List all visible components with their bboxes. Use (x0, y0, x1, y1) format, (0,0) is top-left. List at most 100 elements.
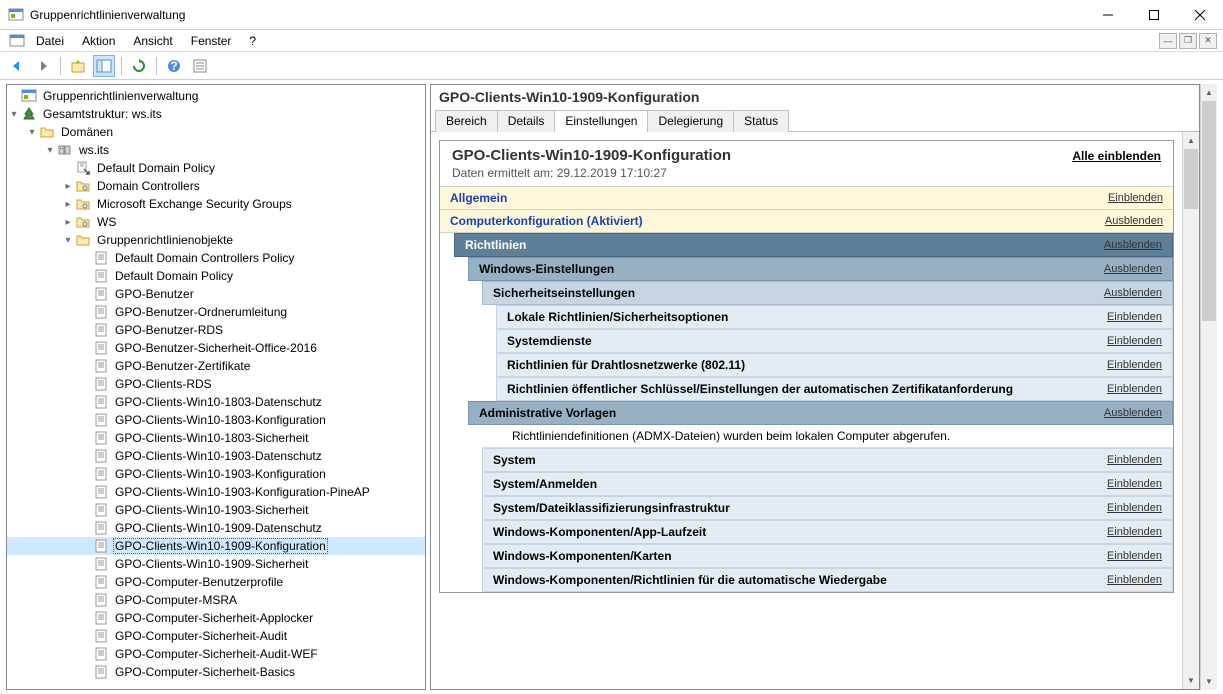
tree-gpo-item[interactable]: Default Domain Controllers Policy (7, 249, 425, 267)
tree-gpo-item[interactable]: GPO-Benutzer-Ordnerumleitung (7, 303, 425, 321)
forward-button[interactable] (32, 55, 54, 77)
tree-gpo-item[interactable]: GPO-Clients-Win10-1803-Sicherheit (7, 429, 425, 447)
scroll-up-button[interactable]: ▲ (1183, 132, 1199, 149)
tree-gpo-item[interactable]: GPO-Benutzer (7, 285, 425, 303)
expando-icon[interactable]: ▸ (61, 197, 75, 211)
maximize-button[interactable] (1131, 0, 1177, 30)
tree-gpo-item[interactable]: GPO-Computer-Sicherheit-Basics (7, 663, 425, 681)
menu-aktion[interactable]: Aktion (74, 32, 123, 50)
scroll-thumb[interactable] (1202, 101, 1216, 321)
tree-gpo-item[interactable]: GPO-Clients-RDS (7, 375, 425, 393)
tree-forest[interactable]: ▾Gesamtstruktur: ws.its (7, 105, 425, 123)
properties-button[interactable] (189, 55, 211, 77)
section-richtlinien[interactable]: Richtlinien Ausblenden (454, 233, 1173, 257)
tree-ou-ws[interactable]: ▸WS (7, 213, 425, 231)
toggle-link[interactable]: Einblenden (1107, 526, 1162, 538)
menu-help[interactable]: ? (241, 32, 264, 50)
menu-fenster[interactable]: Fenster (183, 32, 240, 50)
scroll-down-button[interactable]: ▼ (1201, 673, 1217, 690)
tree-gpo-item[interactable]: GPO-Clients-Win10-1909-Sicherheit (7, 555, 425, 573)
toggle-link[interactable]: Einblenden (1107, 359, 1162, 371)
tree-gpo-item[interactable]: GPO-Computer-Benutzerprofile (7, 573, 425, 591)
toggle-link[interactable]: Ausblenden (1104, 407, 1162, 419)
row-lokale-richtlinien[interactable]: Lokale Richtlinien/Sicherheitsoptionen E… (496, 305, 1173, 329)
section-windows-einstellungen[interactable]: Windows-Einstellungen Ausblenden (468, 257, 1173, 281)
tree-gpo-item[interactable]: GPO-Clients-Win10-1903-Konfiguration-Pin… (7, 483, 425, 501)
row-schluessel[interactable]: Richtlinien öffentlicher Schlüssel/Einst… (496, 377, 1173, 401)
toggle-link[interactable]: Einblenden (1107, 335, 1162, 347)
tree-gpo-item[interactable]: GPO-Clients-Win10-1803-Konfiguration (7, 411, 425, 429)
scroll-thumb[interactable] (1184, 149, 1198, 209)
scroll-up-button[interactable]: ▲ (1201, 84, 1217, 101)
expando-icon[interactable]: ▸ (61, 179, 75, 193)
vertical-scrollbar[interactable]: ▲ ▼ (1182, 132, 1199, 689)
menu-datei[interactable]: Datei (28, 32, 72, 50)
tree-gpo-item[interactable]: GPO-Benutzer-Zertifikate (7, 357, 425, 375)
tree-link-ddp[interactable]: Default Domain Policy (7, 159, 425, 177)
mdi-close-button[interactable]: ✕ (1199, 33, 1217, 49)
tree-gpo-item[interactable]: GPO-Computer-Sicherheit-Audit-WEF (7, 645, 425, 663)
toggle-link[interactable]: Ausblenden (1105, 215, 1163, 227)
tree-ou-dc[interactable]: ▸Domain Controllers (7, 177, 425, 195)
toggle-link[interactable]: Ausblenden (1104, 287, 1162, 299)
tree-gpo-item[interactable]: GPO-Clients-Win10-1909-Datenschutz (7, 519, 425, 537)
toggle-link[interactable]: Einblenden (1107, 454, 1162, 466)
minimize-button[interactable] (1085, 0, 1131, 30)
tree-gpo-item[interactable]: GPO-Clients-Win10-1803-Datenschutz (7, 393, 425, 411)
tab-delegierung[interactable]: Delegierung (647, 110, 734, 132)
expando-icon[interactable]: ▾ (7, 107, 21, 121)
help-button[interactable]: ? (163, 55, 185, 77)
show-all-link[interactable]: Alle einblenden (1072, 149, 1161, 163)
tree-gpo-item[interactable]: GPO-Computer-MSRA (7, 591, 425, 609)
toggle-link[interactable]: Ausblenden (1104, 263, 1162, 275)
row-dateiklass[interactable]: System/Dateiklassifizierungsinfrastruktu… (482, 496, 1173, 520)
row-anmelden[interactable]: System/Anmelden Einblenden (482, 472, 1173, 496)
tree-ou-mesg[interactable]: ▸Microsoft Exchange Security Groups (7, 195, 425, 213)
tab-einstellungen[interactable]: Einstellungen (554, 110, 648, 132)
tree-gpo-item[interactable]: GPO-Clients-Win10-1909-Konfiguration (7, 537, 425, 555)
tree-gpo-item[interactable]: GPO-Benutzer-Sicherheit-Office-2016 (7, 339, 425, 357)
row-wiedergabe[interactable]: Windows-Komponenten/Richtlinien für die … (482, 568, 1173, 592)
row-karten[interactable]: Windows-Komponenten/Karten Einblenden (482, 544, 1173, 568)
tree-domains[interactable]: ▾Domänen (7, 123, 425, 141)
refresh-button[interactable] (128, 55, 150, 77)
toggle-link[interactable]: Einblenden (1107, 383, 1162, 395)
section-admin-vorlagen[interactable]: Administrative Vorlagen Ausblenden (468, 401, 1173, 425)
tree-domain[interactable]: ▾ws.its (7, 141, 425, 159)
expando-icon[interactable]: ▾ (25, 125, 39, 139)
toggle-link[interactable]: Einblenden (1107, 574, 1162, 586)
row-system[interactable]: System Einblenden (482, 448, 1173, 472)
up-button[interactable] (67, 55, 89, 77)
tree-gpo-container[interactable]: ▾Gruppenrichtlinienobjekte (7, 231, 425, 249)
tree-gpo-item[interactable]: GPO-Clients-Win10-1903-Datenschutz (7, 447, 425, 465)
section-computerconf[interactable]: Computerkonfiguration (Aktiviert) Ausble… (440, 210, 1173, 233)
outer-vertical-scrollbar[interactable]: ▲ ▼ (1200, 84, 1217, 690)
toggle-link[interactable]: Einblenden (1108, 192, 1163, 204)
tree-gpo-item[interactable]: GPO-Clients-Win10-1903-Sicherheit (7, 501, 425, 519)
mdi-minimize-button[interactable]: — (1159, 33, 1177, 49)
row-app-laufzeit[interactable]: Windows-Komponenten/App-Laufzeit Einblen… (482, 520, 1173, 544)
tree-gpo-item[interactable]: Default Domain Policy (7, 267, 425, 285)
expando-icon[interactable]: ▾ (61, 233, 75, 247)
tree-gpo-item[interactable]: GPO-Benutzer-RDS (7, 321, 425, 339)
section-sicherheitseinstellungen[interactable]: Sicherheitseinstellungen Ausblenden (482, 281, 1173, 305)
scroll-down-button[interactable]: ▼ (1183, 672, 1199, 689)
menu-ansicht[interactable]: Ansicht (125, 32, 180, 50)
toggle-link[interactable]: Einblenden (1107, 478, 1162, 490)
close-button[interactable] (1177, 0, 1223, 30)
toggle-link[interactable]: Einblenden (1107, 311, 1162, 323)
toggle-link[interactable]: Einblenden (1107, 550, 1162, 562)
section-allgemein[interactable]: Allgemein Einblenden (440, 187, 1173, 210)
expando-icon[interactable]: ▸ (61, 215, 75, 229)
tab-details[interactable]: Details (497, 110, 556, 132)
expando-icon[interactable]: ▾ (43, 143, 57, 157)
mdi-restore-button[interactable]: ❐ (1179, 33, 1197, 49)
show-hide-tree-button[interactable] (93, 55, 115, 77)
tree-root[interactable]: Gruppenrichtlinienverwaltung (7, 87, 425, 105)
toggle-link[interactable]: Einblenden (1107, 502, 1162, 514)
toggle-link[interactable]: Ausblenden (1104, 239, 1162, 251)
tab-status[interactable]: Status (733, 110, 789, 132)
tree-gpo-item[interactable]: GPO-Computer-Sicherheit-Applocker (7, 609, 425, 627)
tree-gpo-item[interactable]: GPO-Clients-Win10-1903-Konfiguration (7, 465, 425, 483)
tree-pane[interactable]: Gruppenrichtlinienverwaltung▾Gesamtstruk… (6, 84, 426, 690)
